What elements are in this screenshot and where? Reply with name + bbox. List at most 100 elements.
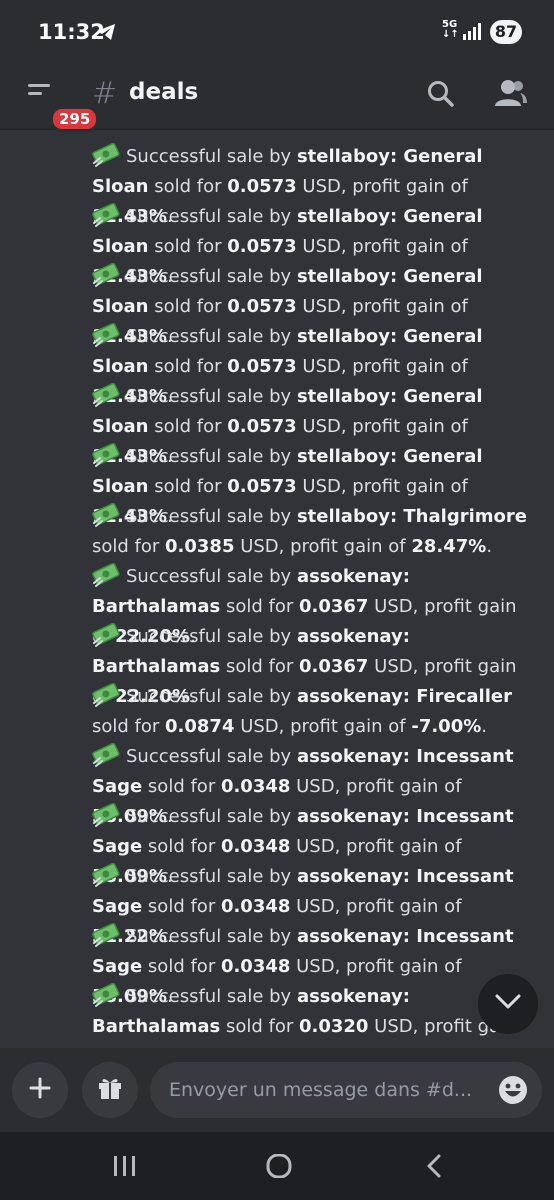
sold-for-text: sold for xyxy=(220,1016,299,1037)
message-item[interactable]: Successful sale by assokenay: Incessant … xyxy=(92,741,532,827)
sale-prefix-text: Successful sale by xyxy=(126,806,297,827)
message-item[interactable]: Successful sale by assokenay: Firecaller… xyxy=(92,681,532,741)
unit-text: USD, profit gain of xyxy=(234,536,412,557)
message-item[interactable]: Successful sale by assokenay: Incessant … xyxy=(92,861,532,947)
sale-prefix-text: Successful sale by xyxy=(126,326,297,347)
separator: : xyxy=(389,266,404,287)
sold-for-text: sold for xyxy=(142,896,221,917)
seller-name: assokenay xyxy=(296,626,403,647)
money-with-wings-icon xyxy=(92,261,122,287)
message-item[interactable]: Successful sale by stellaboy: General Sl… xyxy=(92,441,532,527)
unit-text: USD, profit gain of xyxy=(296,356,468,377)
message-item[interactable]: Successful sale by assokenay: Incessant … xyxy=(92,801,532,887)
sale-prefix-text: Successful sale by xyxy=(126,626,297,647)
message-item[interactable]: Successful sale by assokenay: Barthalama… xyxy=(92,621,532,707)
members-icon[interactable] xyxy=(494,78,528,114)
unit-text: USD, profit gain of xyxy=(234,716,412,737)
channel-name[interactable]: deals xyxy=(129,79,198,105)
unit-text: USD, profit gain of xyxy=(290,776,462,797)
money-with-wings-icon xyxy=(92,741,122,767)
sentence-end: . xyxy=(486,536,493,557)
menu-button[interactable]: 295 xyxy=(22,78,100,132)
unit-text: USD, profit gain of xyxy=(296,176,468,197)
sold-for-text: sold for xyxy=(148,416,228,437)
separator: : xyxy=(389,506,404,527)
separator: : xyxy=(402,686,417,707)
message-item[interactable]: Successful sale by stellaboy: General Sl… xyxy=(92,201,532,287)
gift-icon xyxy=(97,1075,123,1105)
seller-name: stellaboy xyxy=(296,326,390,347)
money-with-wings-icon xyxy=(92,801,122,827)
add-attachment-button[interactable] xyxy=(12,1062,68,1118)
money-with-wings-icon xyxy=(92,141,122,167)
separator: : xyxy=(402,566,410,587)
separator: : xyxy=(389,386,404,407)
message-input[interactable]: Envoyer un message dans #d... xyxy=(150,1062,542,1118)
profit-gain-value: -7.00% xyxy=(411,716,482,737)
back-icon[interactable] xyxy=(424,1154,444,1182)
message-stream: Successful sale by stellaboy: General Sl… xyxy=(92,141,532,1048)
sale-prefix-text: Successful sale by xyxy=(126,146,297,167)
money-with-wings-icon xyxy=(92,201,122,227)
price-value: 0.0573 xyxy=(227,236,297,257)
seller-name: stellaboy xyxy=(296,146,390,167)
message-item[interactable]: Successful sale by stellaboy: General Sl… xyxy=(92,141,532,227)
unit-text: USD, profit gain of xyxy=(296,236,468,257)
seller-name: stellaboy xyxy=(296,446,390,467)
price-value: 0.0573 xyxy=(227,416,297,437)
home-icon[interactable] xyxy=(265,1153,293,1182)
seller-name: assokenay xyxy=(296,926,403,947)
gift-button[interactable] xyxy=(82,1062,138,1118)
price-value: 0.0385 xyxy=(165,536,235,557)
seller-name: assokenay xyxy=(296,806,403,827)
message-input-placeholder: Envoyer un message dans #d... xyxy=(169,1079,473,1101)
emoji-icon[interactable] xyxy=(498,1075,528,1109)
chevron-down-icon xyxy=(495,994,521,1014)
search-icon[interactable] xyxy=(426,79,456,113)
message-list[interactable]: Successful sale by stellaboy: General Sl… xyxy=(0,130,554,1048)
seller-name: stellaboy xyxy=(296,266,390,287)
sold-for-text: sold for xyxy=(220,656,299,677)
price-value: 0.0367 xyxy=(298,596,369,617)
seller-name: assokenay xyxy=(296,746,403,767)
status-bar: 11:32 5G ↓↑ 87 xyxy=(0,0,554,62)
unit-text: USD, profit gain of xyxy=(290,836,462,857)
money-with-wings-icon xyxy=(92,981,122,1007)
sold-for-text: sold for xyxy=(148,296,228,317)
unit-text: USD, profit gain of xyxy=(296,476,468,497)
message-item[interactable]: Successful sale by stellaboy: General Sl… xyxy=(92,321,532,407)
price-value: 0.0348 xyxy=(220,956,291,977)
status-time: 11:32 xyxy=(38,20,105,44)
message-item[interactable]: Successful sale by stellaboy: Thalgrimor… xyxy=(92,501,532,561)
recents-icon[interactable] xyxy=(112,1154,138,1182)
jump-to-bottom-button[interactable] xyxy=(478,974,538,1034)
message-item[interactable]: Successful sale by assokenay: Barthalama… xyxy=(92,561,532,647)
message-item[interactable]: Successful sale by assokenay: Incessant … xyxy=(92,921,532,1007)
sale-prefix-text: Successful sale by xyxy=(126,386,297,407)
unit-text: USD, profit gain of xyxy=(296,416,468,437)
sold-for-text: sold for xyxy=(142,776,221,797)
sale-prefix-text: Successful sale by xyxy=(126,926,297,947)
separator: : xyxy=(402,746,417,767)
unit-text: USD, profit gain of xyxy=(296,296,468,317)
separator: : xyxy=(402,806,417,827)
separator: : xyxy=(402,986,410,1007)
message-item[interactable]: Successful sale by stellaboy: General Sl… xyxy=(92,261,532,347)
sale-prefix-text: Successful sale by xyxy=(126,446,297,467)
sold-for-text: sold for xyxy=(148,176,228,197)
sale-prefix-text: Successful sale by xyxy=(126,686,297,707)
money-with-wings-icon xyxy=(92,561,122,587)
message-item[interactable]: Successful sale by stellaboy: General Sl… xyxy=(92,381,532,467)
price-value: 0.0874 xyxy=(165,716,235,737)
sentence-end: . xyxy=(481,716,487,737)
channel-hash-icon: # xyxy=(92,76,118,111)
seller-name: stellaboy xyxy=(296,386,390,407)
unit-text: USD, profit gain of xyxy=(290,956,462,977)
message-item[interactable]: Successful sale by assokenay: Barthalama… xyxy=(92,981,532,1048)
price-value: 0.0348 xyxy=(220,896,291,917)
money-with-wings-icon xyxy=(92,621,122,647)
sale-prefix-text: Successful sale by xyxy=(126,866,297,887)
separator: : xyxy=(389,206,404,227)
sold-for-text: sold for xyxy=(92,536,166,557)
item-name: Barthalamas xyxy=(92,1016,221,1037)
